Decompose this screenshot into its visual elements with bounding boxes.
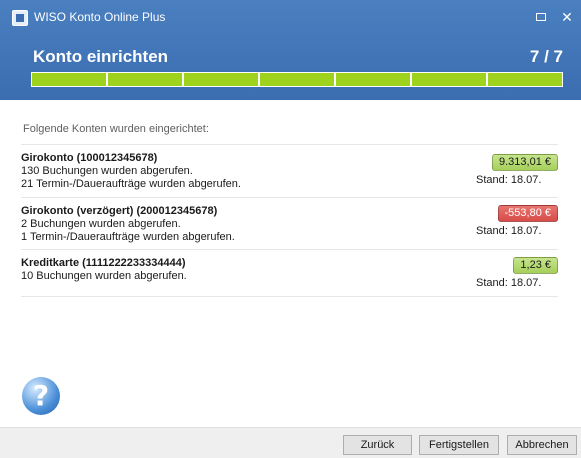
progress-segment xyxy=(412,73,486,86)
progress-segment xyxy=(32,73,106,86)
maximize-icon[interactable] xyxy=(530,7,552,27)
balance-date: Stand: 18.07. xyxy=(476,174,542,186)
divider xyxy=(21,249,558,250)
wizard-header: WISO Konto Online Plus ✕ Konto einrichte… xyxy=(0,0,581,100)
app-icon xyxy=(12,10,28,26)
balance-date: Stand: 18.07. xyxy=(476,225,542,237)
progress-segment xyxy=(108,73,182,86)
cancel-button[interactable]: Abbrechen xyxy=(507,435,577,455)
finish-button[interactable]: Fertigstellen xyxy=(419,435,499,455)
intro-text: Folgende Konten wurden eingerichtet: xyxy=(23,123,209,135)
button-bar: Zurück Fertigstellen Abbrechen xyxy=(0,427,581,458)
divider xyxy=(21,144,558,145)
close-icon[interactable]: ✕ xyxy=(556,7,578,27)
progress-bar xyxy=(31,72,563,87)
account-name: Kreditkarte (1111222233334444) xyxy=(21,257,186,269)
account-item: Girokonto (verzögert) (200012345678) 2 B… xyxy=(21,205,558,244)
page-title: Konto einrichten xyxy=(33,47,169,66)
divider xyxy=(21,197,558,198)
balance-badge: 9.313,01 € xyxy=(492,154,558,171)
account-name: Girokonto (100012345678) xyxy=(21,152,158,164)
progress-segment xyxy=(488,73,562,86)
account-name: Girokonto (verzögert) (200012345678) xyxy=(21,205,218,217)
back-button[interactable]: Zurück xyxy=(343,435,412,455)
step-counter: 7 / 7 xyxy=(529,47,563,66)
progress-segment xyxy=(336,73,410,86)
title-bar: WISO Konto Online Plus ✕ xyxy=(0,0,581,34)
divider xyxy=(21,296,558,297)
progress-segment xyxy=(260,73,334,86)
balance-badge: 1,23 € xyxy=(513,257,558,274)
account-item: Kreditkarte (1111222233334444) 10 Buchun… xyxy=(21,257,558,289)
help-icon[interactable]: ? xyxy=(22,377,60,415)
balance-date: Stand: 18.07. xyxy=(476,277,542,289)
progress-segment xyxy=(184,73,258,86)
account-item: Girokonto (100012345678) 130 Buchungen w… xyxy=(21,152,558,191)
balance-badge: -553,80 € xyxy=(497,205,558,222)
window-title: WISO Konto Online Plus xyxy=(34,10,166,24)
